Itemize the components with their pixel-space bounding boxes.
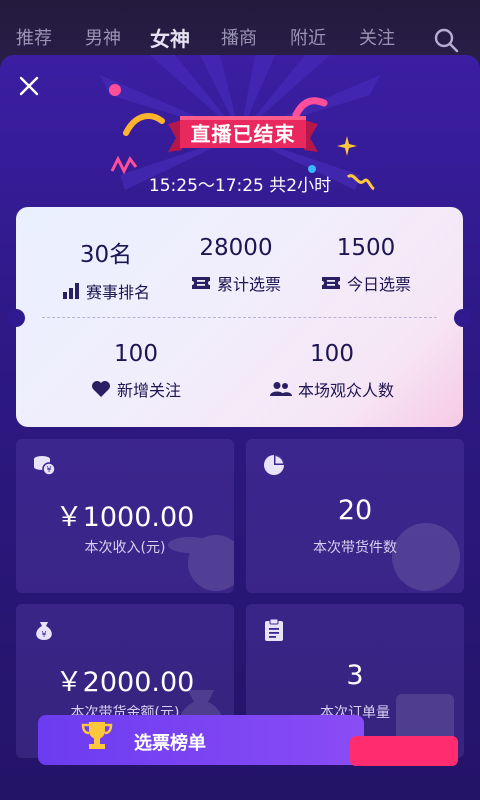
ticket-icon [321,277,340,289]
tab-follow[interactable]: 关注 [359,24,395,50]
new-follows-stat: 100 新增关注 [76,341,196,401]
items-value: 20 [337,495,373,526]
vote-ranking-button[interactable]: 选票榜单 [38,715,364,765]
live-time-range: 15:25～17:25 共2小时 [148,176,332,196]
clipboard-icon [265,618,283,641]
rank-value: 30名 [79,242,133,268]
income-box: ¥ ￥1000.00 本次收入(元) [16,439,234,593]
ended-banner: 直播已结束 [168,110,318,160]
ended-title: 直播已结束 [190,122,296,146]
trophy-icon [81,722,113,749]
top-tabs: 推荐 男神 女神 播商 附近 关注 [0,24,480,56]
ticket-icon [191,277,210,289]
income-value: ￥1000.00 [55,502,195,533]
ticket-notch-right [454,309,472,327]
ticket-notch-left [7,309,25,327]
confetti-swirl-icon [123,113,165,136]
search-icon[interactable] [432,26,460,54]
confetti-dot-icon [109,84,121,96]
svg-text:¥: ¥ [41,630,46,639]
pink-action-button[interactable] [350,736,458,766]
total-votes-stat: 28000 累计选票 [176,235,296,295]
heart-icon [91,381,110,397]
today-votes-value: 1500 [336,235,396,261]
tab-recommend[interactable]: 推荐 [16,24,52,50]
tab-male[interactable]: 男神 [85,24,121,50]
live-ended-panel: 直播已结束 15:25～17:25 共2小时 30名 赛事排名 28000 累计… [0,55,480,800]
income-label: 本次收入(元) [84,540,166,556]
coins-icon: ¥ [34,456,56,476]
new-follows-value: 100 [114,341,158,367]
total-votes-label: 累计选票 [216,275,281,294]
today-votes-label: 今日选票 [346,275,411,294]
tab-merchant[interactable]: 播商 [221,24,257,50]
orders-value: 3 [346,660,364,691]
total-votes-value: 28000 [199,235,273,261]
viewers-label: 本场观众人数 [297,381,394,400]
stats-ticket-card: 30名 赛事排名 28000 累计选票 1500 今日选票 100 新增关注 1… [7,207,472,427]
vote-ranking-label: 选票榜单 [134,733,206,754]
money-bag-icon: ¥ [36,622,52,640]
bar-chart-icon [62,283,79,299]
users-icon [269,382,292,396]
rank-stat: 30名 赛事排名 [46,235,166,303]
viewers-value: 100 [310,341,354,367]
tab-female[interactable]: 女神 [150,23,190,52]
viewers-stat: 100 本场观众人数 [252,341,412,401]
items-box: 20 本次带货件数 [246,439,464,593]
svg-text:¥: ¥ [46,465,51,474]
sparkle-star-icon [337,136,357,156]
pie-chart-icon [264,455,284,475]
items-label: 本次带货件数 [313,540,397,556]
ticket-divider [42,317,437,318]
rank-label: 赛事排名 [85,283,150,302]
close-icon[interactable] [16,73,42,99]
new-follows-label: 新增关注 [116,381,181,400]
sales-value: ￥2000.00 [55,667,195,698]
today-votes-stat: 1500 今日选票 [306,235,426,295]
tab-nearby[interactable]: 附近 [290,24,326,50]
